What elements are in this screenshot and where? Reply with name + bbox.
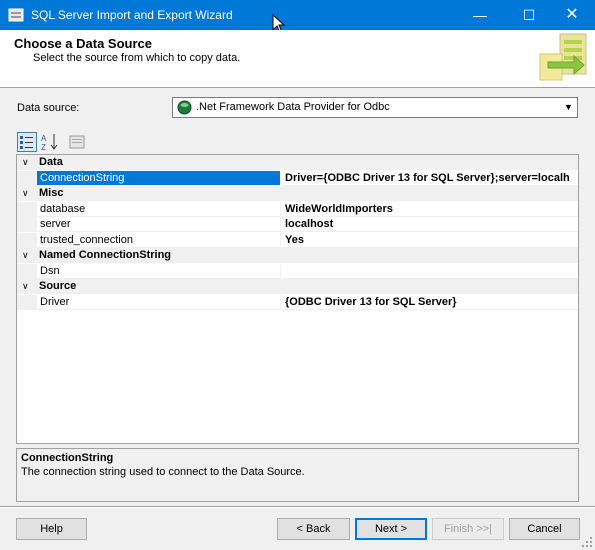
page-title: Choose a Data Source [14, 36, 152, 51]
property-row[interactable]: database WideWorldImporters [17, 202, 578, 217]
next-button[interactable]: Next > [355, 518, 427, 540]
description-text: The connection string used to connect to… [21, 466, 305, 478]
categorized-button[interactable] [17, 132, 37, 152]
row-gutter [17, 217, 37, 232]
row-gutter [17, 171, 37, 186]
data-source-value: .Net Framework Data Provider for Odbc [196, 101, 390, 113]
property-value[interactable]: {ODBC Driver 13 for SQL Server} [282, 295, 578, 310]
property-name[interactable]: server [37, 217, 281, 232]
property-row[interactable]: trusted_connection Yes [17, 233, 578, 248]
collapse-chevron-icon[interactable]: ∨ [22, 155, 29, 170]
svg-text:Z: Z [41, 143, 46, 152]
odbc-provider-icon [177, 100, 192, 115]
property-name[interactable]: Driver [37, 295, 281, 310]
collapse-chevron-icon[interactable]: ∨ [22, 279, 29, 294]
collapse-chevron-icon[interactable]: ∨ [22, 248, 29, 263]
category-label: Named ConnectionString [39, 249, 172, 261]
property-row[interactable]: server localhost [17, 217, 578, 232]
property-name[interactable]: ConnectionString [37, 171, 281, 186]
minimize-button[interactable]: — [457, 0, 503, 30]
wizard-graphic-icon [539, 33, 587, 81]
back-button[interactable]: < Back [277, 518, 350, 540]
wizard-header: Choose a Data Source Select the source f… [0, 30, 595, 88]
page-subtitle: Select the source from which to copy dat… [33, 52, 241, 64]
alphabetical-button[interactable]: A Z [40, 132, 60, 152]
description-panel: ConnectionString The connection string u… [16, 448, 579, 502]
property-row[interactable]: Dsn [17, 264, 578, 279]
help-button[interactable]: Help [16, 518, 87, 540]
dropdown-arrow-icon[interactable]: ▼ [559, 98, 577, 117]
row-gutter [17, 202, 37, 217]
category-row[interactable]: ∨ Data [17, 155, 578, 170]
property-name[interactable]: trusted_connection [37, 233, 281, 248]
category-row[interactable]: ∨ Named ConnectionString [17, 248, 578, 263]
svg-text:A: A [41, 134, 47, 143]
collapse-chevron-icon[interactable]: ∨ [22, 186, 29, 201]
property-row[interactable]: ConnectionString Driver={ODBC Driver 13 f… [17, 171, 578, 186]
property-value[interactable]: localhost [282, 217, 578, 232]
description-title: ConnectionString [21, 452, 114, 464]
data-source-dropdown[interactable]: .Net Framework Data Provider for Odbc ▼ [172, 97, 578, 118]
window-title: SQL Server Import and Export Wizard [31, 8, 233, 22]
maximize-button[interactable]: ☐ [506, 0, 552, 30]
property-value[interactable]: WideWorldImporters [282, 202, 578, 217]
finish-button[interactable]: Finish >>| [432, 518, 504, 540]
property-value[interactable] [282, 264, 578, 279]
property-value[interactable]: Driver={ODBC Driver 13 for SQL Server};s… [282, 171, 578, 186]
category-label: Misc [39, 187, 64, 199]
property-pages-button[interactable] [67, 132, 87, 152]
category-label: Data [39, 156, 63, 168]
category-row[interactable]: ∨ Misc [17, 186, 578, 201]
close-button[interactable]: ✕ [549, 0, 595, 30]
title-bar[interactable]: SQL Server Import and Export Wizard — ☐ … [0, 0, 595, 34]
property-pages-icon [69, 135, 85, 149]
row-gutter [17, 233, 37, 248]
row-gutter [17, 264, 37, 279]
data-source-label: Data source: [17, 102, 80, 114]
property-grid[interactable]: ∨ Data ConnectionString Driver={ODBC Driver… [16, 154, 579, 444]
category-label: Source [39, 280, 77, 292]
category-row[interactable]: ∨ Source [17, 279, 578, 294]
footer-separator [0, 506, 595, 508]
app-icon [8, 8, 24, 22]
row-gutter [17, 295, 37, 310]
property-name[interactable]: database [37, 202, 281, 217]
property-name[interactable]: Dsn [37, 264, 281, 279]
property-value[interactable]: Yes [282, 233, 578, 248]
alphabetical-sort-icon: A Z [41, 134, 58, 152]
categorized-icon [20, 136, 33, 149]
cancel-button[interactable]: Cancel [509, 518, 580, 540]
property-row[interactable]: Driver {ODBC Driver 13 for SQL Server} [17, 295, 578, 310]
resize-grip-icon[interactable] [582, 537, 593, 548]
